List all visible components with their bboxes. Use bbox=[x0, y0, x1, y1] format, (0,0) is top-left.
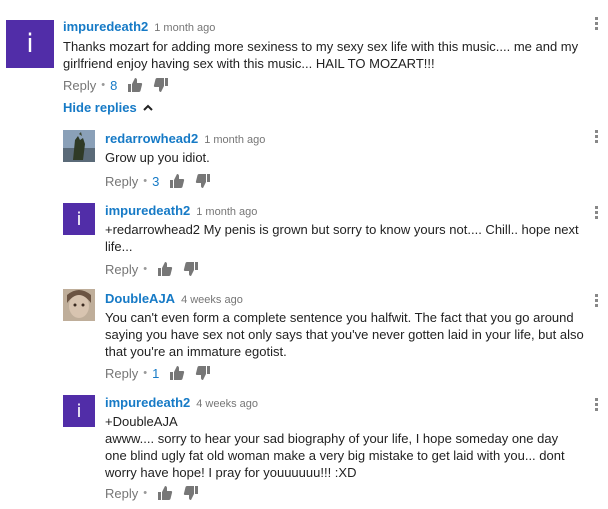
reply-button[interactable]: Reply bbox=[105, 486, 138, 501]
reply-item: i impuredeath2 4 weeks ago +DoubleAJA aww… bbox=[0, 393, 608, 509]
comment-menu-icon[interactable] bbox=[595, 206, 599, 221]
comment-time[interactable]: 4 weeks ago bbox=[181, 294, 243, 306]
separator-dot: • bbox=[143, 263, 148, 275]
reply-item: DoubleAJA 4 weeks ago You can't even form… bbox=[0, 289, 608, 389]
avatar[interactable]: i bbox=[63, 203, 95, 235]
comment-text: +redarrowhead2 My penis is grown but sor… bbox=[105, 222, 579, 254]
avatar[interactable]: i bbox=[63, 395, 95, 427]
chevron-up-icon bbox=[142, 104, 153, 111]
thumbs-down-icon[interactable] bbox=[183, 485, 199, 501]
comment-menu-icon[interactable] bbox=[595, 398, 599, 413]
separator-dot: • bbox=[143, 367, 148, 379]
comment-actions: Reply • bbox=[105, 485, 199, 501]
thumbs-down-icon[interactable] bbox=[183, 261, 199, 277]
comment-text: Thanks mozart for adding more sexiness t… bbox=[63, 39, 579, 71]
reply-item: i impuredeath2 1 month ago +redarrowhead2… bbox=[0, 201, 608, 281]
thumbs-down-icon[interactable] bbox=[153, 77, 169, 93]
avatar-letter: i bbox=[76, 400, 82, 422]
reply-button[interactable]: Reply bbox=[63, 78, 96, 93]
thumbs-up-icon[interactable] bbox=[127, 77, 143, 93]
avatar[interactable] bbox=[63, 130, 95, 162]
hide-replies-button[interactable]: Hide replies bbox=[63, 100, 153, 115]
comment-text: awww.... sorry to hear your sad biograph… bbox=[105, 431, 565, 480]
avatar-letter: i bbox=[76, 208, 82, 230]
comment-menu-icon[interactable] bbox=[595, 294, 599, 309]
thumbs-down-icon[interactable] bbox=[195, 365, 211, 381]
comment-time[interactable]: 1 month ago bbox=[196, 206, 257, 218]
avatar-photo bbox=[63, 130, 95, 162]
comment-time[interactable]: 4 weeks ago bbox=[196, 398, 258, 410]
thumbs-up-icon[interactable] bbox=[157, 485, 173, 501]
reply-button[interactable]: Reply bbox=[105, 262, 138, 277]
comment-actions: Reply • 3 bbox=[105, 173, 211, 189]
comment-author[interactable]: impuredeath2 bbox=[105, 203, 190, 218]
comment-author[interactable]: impuredeath2 bbox=[105, 395, 190, 410]
hide-replies-label: Hide replies bbox=[63, 100, 137, 115]
thumbs-up-icon[interactable] bbox=[157, 261, 173, 277]
separator-dot: • bbox=[101, 79, 106, 91]
comment-actions: Reply • bbox=[105, 261, 199, 277]
comment-author[interactable]: impuredeath2 bbox=[63, 19, 148, 34]
thumbs-down-icon[interactable] bbox=[195, 173, 211, 189]
comment-text: Grow up you idiot. bbox=[105, 150, 210, 165]
reply-button[interactable]: Reply bbox=[105, 174, 138, 189]
comment-actions: Reply • 8 bbox=[63, 77, 169, 93]
like-count: 8 bbox=[110, 77, 118, 93]
like-count: 1 bbox=[152, 365, 160, 381]
comment-actions: Reply • 1 bbox=[105, 365, 211, 381]
comment-time[interactable]: 1 month ago bbox=[154, 22, 215, 34]
thumbs-up-icon[interactable] bbox=[169, 365, 185, 381]
reply-item: redarrowhead2 1 month ago Grow up you idi… bbox=[0, 125, 608, 195]
thumbs-up-icon[interactable] bbox=[169, 173, 185, 189]
comment-text-mention: +DoubleAJA bbox=[105, 414, 178, 429]
separator-dot: • bbox=[143, 175, 148, 187]
avatar-letter: i bbox=[26, 29, 34, 59]
comment-author[interactable]: redarrowhead2 bbox=[105, 131, 198, 146]
reply-button[interactable]: Reply bbox=[105, 366, 138, 381]
avatar[interactable] bbox=[63, 289, 95, 321]
separator-dot: • bbox=[143, 487, 148, 499]
comment-time[interactable]: 1 month ago bbox=[204, 134, 265, 146]
comment-menu-icon[interactable] bbox=[595, 130, 599, 145]
like-count: 3 bbox=[152, 173, 160, 189]
avatar-photo bbox=[63, 289, 95, 321]
avatar[interactable]: i bbox=[6, 20, 54, 68]
comment-author[interactable]: DoubleAJA bbox=[105, 291, 175, 306]
comment-menu-icon[interactable] bbox=[595, 17, 599, 32]
comment-text: You can't even form a complete sentence … bbox=[105, 310, 584, 359]
